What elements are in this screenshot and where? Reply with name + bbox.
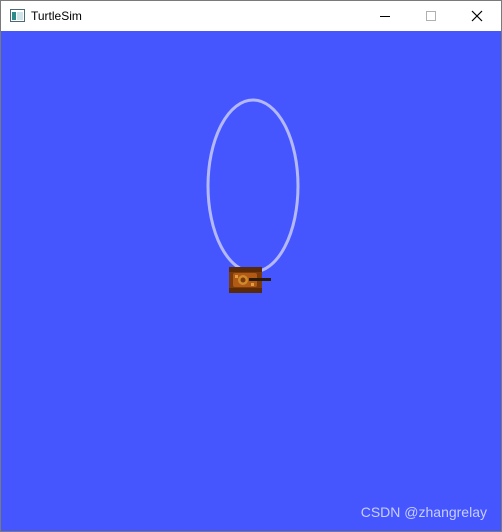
maximize-icon <box>426 11 436 21</box>
canvas-drawing <box>206 98 300 293</box>
maximize-button[interactable] <box>408 1 454 31</box>
close-icon <box>471 10 483 22</box>
watermark-text: CSDN @zhangrelay <box>360 504 487 520</box>
turtlesim-window: TurtleSim CSDN @zhangrelay <box>0 0 502 532</box>
close-button[interactable] <box>454 1 500 31</box>
minimize-button[interactable] <box>362 1 408 31</box>
turtle-trail-path <box>206 98 300 274</box>
window-app-icon <box>10 9 25 22</box>
window-title: TurtleSim <box>31 9 82 23</box>
minimize-icon <box>380 16 390 17</box>
turtle-canvas: CSDN @zhangrelay <box>1 31 501 531</box>
title-bar[interactable]: TurtleSim <box>1 1 501 31</box>
